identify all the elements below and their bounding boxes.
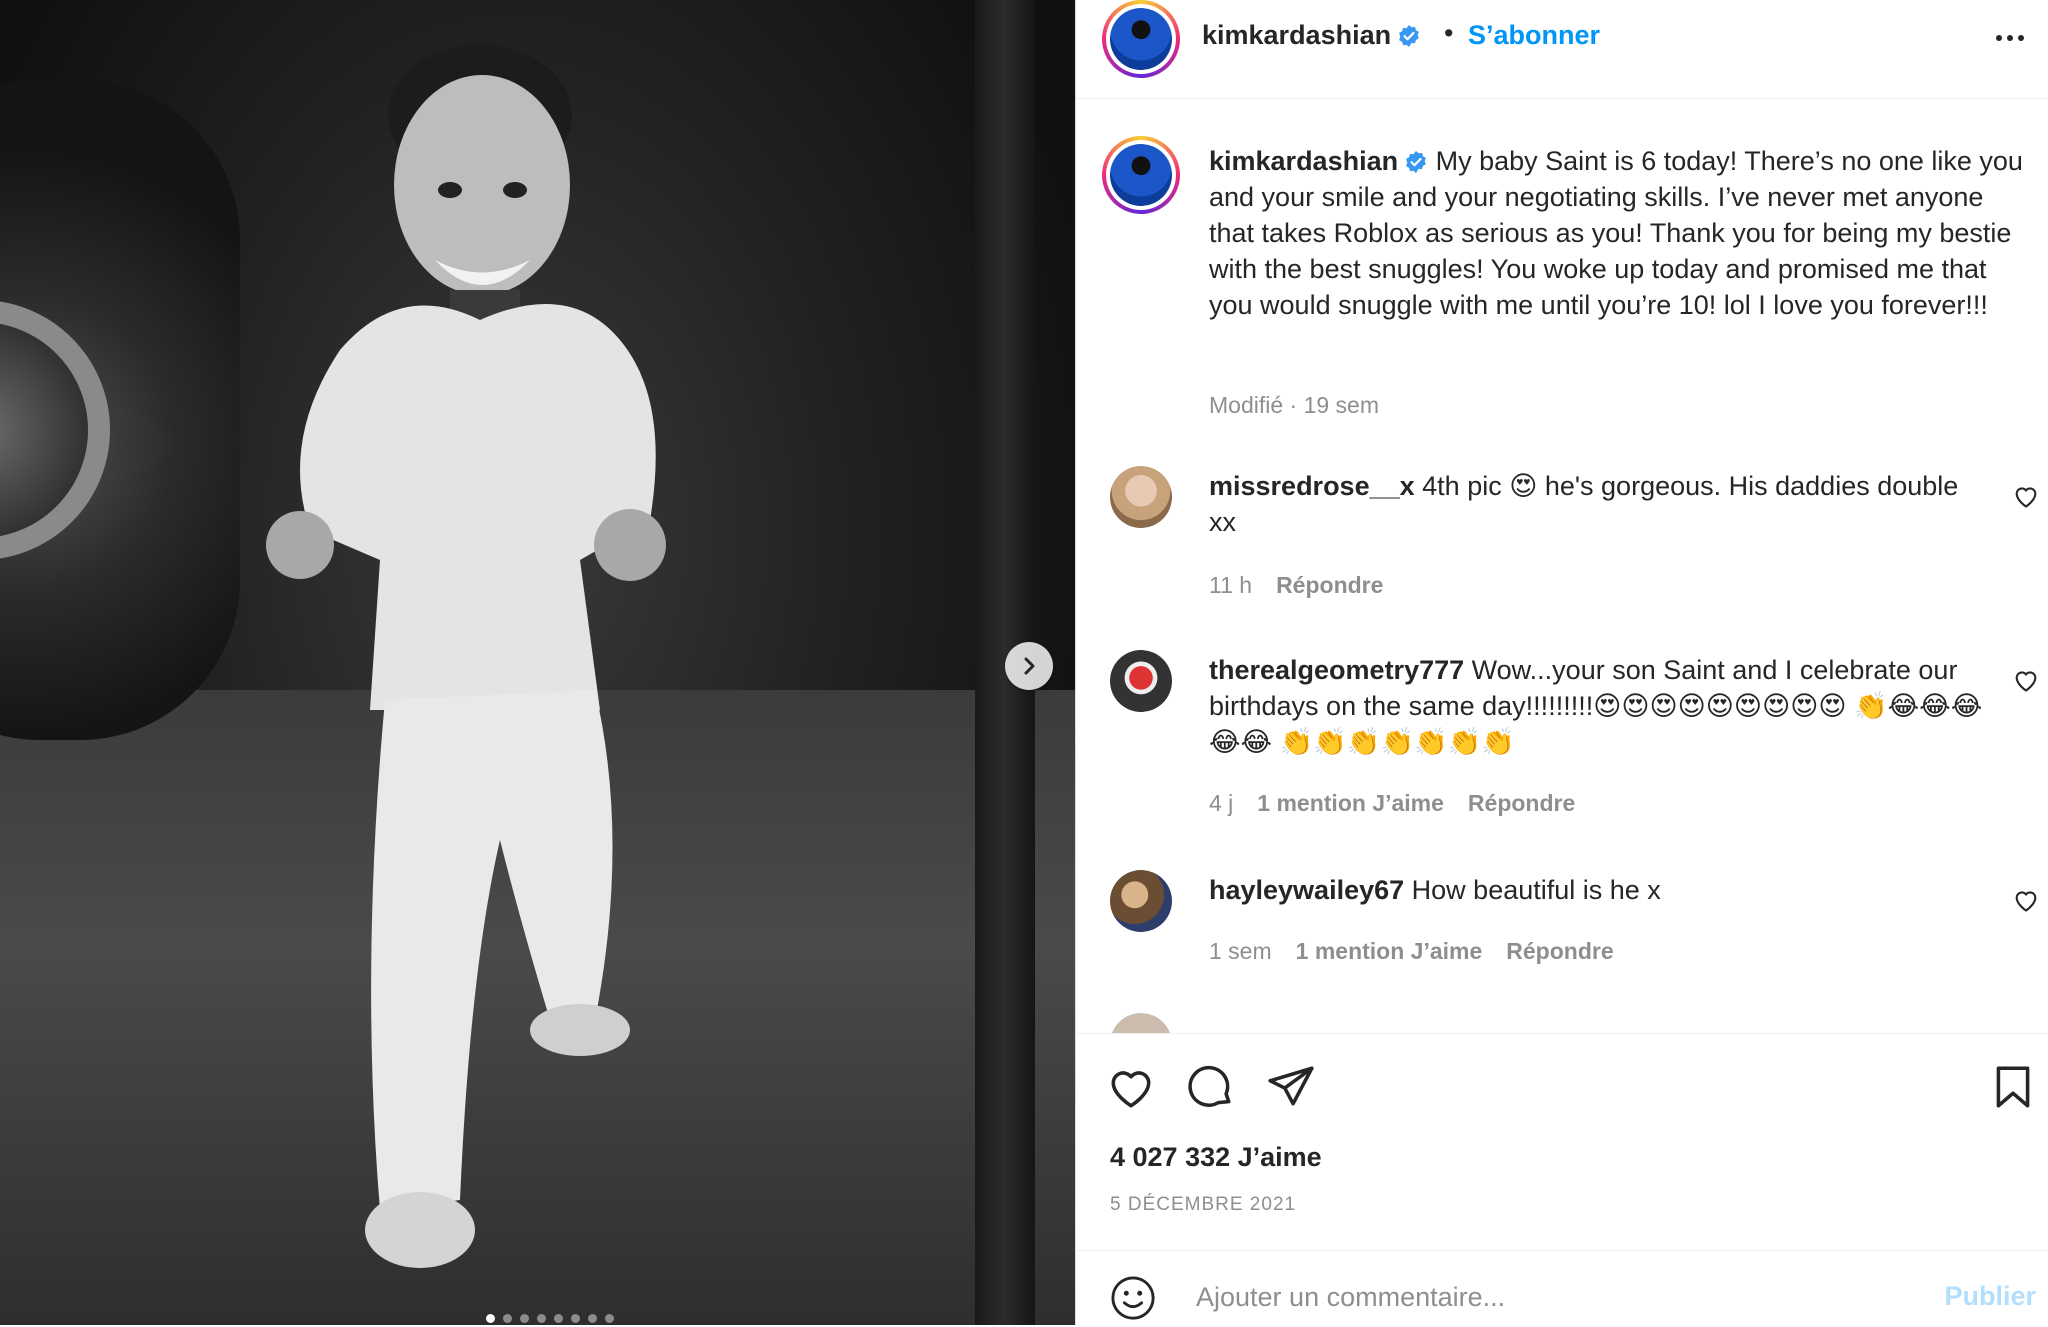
commenter-avatar[interactable] — [1110, 466, 1172, 528]
commenter-avatar[interactable] — [1110, 650, 1172, 712]
share-icon[interactable] — [1266, 1062, 1316, 1112]
heart-icon[interactable] — [1106, 1062, 1156, 1112]
verified-icon — [1399, 25, 1419, 47]
comment-time: 11 h — [1209, 572, 1253, 598]
heart-icon[interactable] — [2012, 482, 2040, 510]
heart-icon[interactable] — [2012, 666, 2040, 694]
post-actions: 4 027 332 J’aime 5 DÉCEMBRE 2021 Publier — [1076, 1033, 2048, 1326]
post-modal: kimkardashian • S’abonner kimkardashian … — [0, 0, 2048, 1325]
comment-text: hayleywailey67 How beautiful is he x — [1209, 872, 1988, 908]
caption-avatar[interactable] — [1102, 136, 1180, 214]
caption-text: kimkardashian My baby Saint is 6 today! … — [1209, 143, 2034, 323]
comment-icon[interactable] — [1186, 1062, 1236, 1112]
smile-icon[interactable] — [1110, 1275, 1156, 1321]
author-username[interactable]: kimkardashian — [1202, 20, 1421, 51]
comment-text: missredrose__x 4th pic 😍 he's gorgeous. … — [1209, 468, 1988, 540]
media-photo-child — [266, 45, 666, 1268]
comment-time: 4 j — [1209, 790, 1234, 816]
caption-meta: Modifié · 19 sem — [1209, 392, 1380, 418]
comment-meta: 4 j 1 mention J’aime Répondre — [1209, 790, 1599, 817]
carousel-dot[interactable] — [570, 1314, 580, 1323]
comment-meta: 11 h Répondre — [1209, 572, 1407, 599]
comment-time: 1 sem — [1209, 938, 1272, 964]
carousel-dot[interactable] — [553, 1314, 563, 1323]
heart-icon[interactable] — [2012, 886, 2040, 914]
add-comment-input[interactable] — [1194, 1273, 1898, 1321]
commenter-username[interactable]: therealgeometry777 — [1209, 655, 1464, 685]
header-separator: • — [1444, 18, 1454, 48]
carousel-dot[interactable] — [502, 1314, 512, 1323]
post-header: kimkardashian • S’abonner — [1076, 0, 2048, 99]
post-date: 5 DÉCEMBRE 2021 — [1110, 1194, 1297, 1215]
more-icon[interactable] — [1990, 20, 2030, 56]
comment-likes[interactable]: 1 mention J’aime — [1257, 790, 1444, 816]
next-slide-button[interactable] — [1005, 642, 1053, 690]
carousel-dots — [0, 1314, 1075, 1323]
comment-body: How beautiful is he x — [1411, 875, 1661, 905]
bookmark-icon[interactable] — [1988, 1062, 2038, 1112]
reply-button[interactable]: Répondre — [1276, 572, 1383, 598]
carousel-dot[interactable] — [519, 1314, 529, 1323]
carousel-dot[interactable] — [536, 1314, 546, 1323]
comment-text: therealgeometry777 Wow...your son Saint … — [1209, 652, 1988, 760]
post-media[interactable] — [0, 0, 1075, 1325]
likes-count[interactable]: 4 027 332 J’aime — [1110, 1142, 1322, 1173]
reply-button[interactable]: Répondre — [1468, 790, 1575, 816]
caption-username[interactable]: kimkardashian — [1209, 146, 1428, 176]
follow-button[interactable]: S’abonner — [1468, 20, 1600, 51]
author-avatar[interactable] — [1102, 0, 1180, 78]
commenter-username[interactable]: hayleywailey67 — [1209, 875, 1404, 905]
carousel-dot[interactable] — [604, 1314, 614, 1323]
post-sidebar: kimkardashian • S’abonner kimkardashian … — [1075, 0, 2048, 1325]
comments-list[interactable]: kimkardashian My baby Saint is 6 today! … — [1076, 98, 2048, 1033]
add-comment-bar: Publier — [1076, 1250, 2048, 1327]
comment-likes[interactable]: 1 mention J’aime — [1296, 938, 1483, 964]
publish-button[interactable]: Publier — [1944, 1281, 2036, 1312]
commenter-avatar[interactable] — [1110, 1013, 1172, 1033]
comment-meta: 1 sem 1 mention J’aime Répondre — [1209, 938, 1638, 965]
commenter-avatar[interactable] — [1110, 870, 1172, 932]
carousel-dot[interactable] — [485, 1314, 495, 1323]
chevron-right-icon — [1024, 657, 1035, 675]
commenter-username[interactable]: missredrose__x — [1209, 471, 1415, 501]
reply-button[interactable]: Répondre — [1506, 938, 1613, 964]
carousel-dot[interactable] — [587, 1314, 597, 1323]
verified-icon — [1406, 151, 1426, 173]
